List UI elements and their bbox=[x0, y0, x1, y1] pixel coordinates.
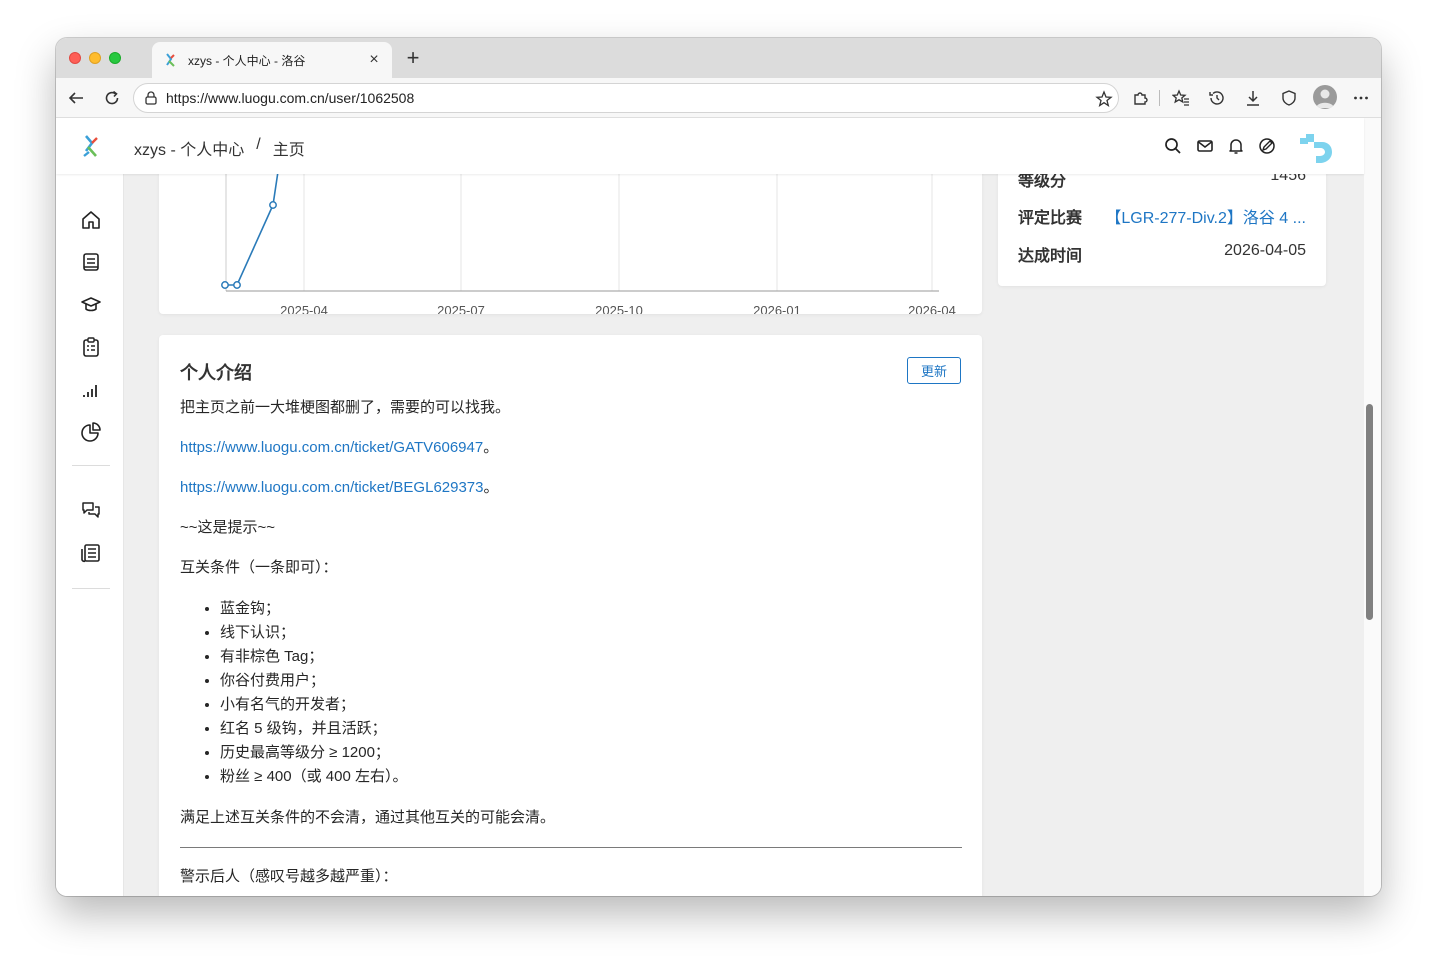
tab-title: xzys - 个人中心 - 洛谷 bbox=[188, 53, 306, 68]
sidebar-divider bbox=[72, 588, 110, 589]
intro-paragraph: 把主页之前一大堆梗图都删了，需要的可以找我。 bbox=[180, 399, 511, 416]
chart-x-tick-label: 2025-04 bbox=[280, 303, 328, 314]
list-item: 红名 5 级钩，并且活跃； bbox=[220, 717, 962, 741]
edit-pen-icon[interactable] bbox=[1258, 137, 1276, 155]
back-icon[interactable] bbox=[65, 87, 87, 109]
breadcrumb-user[interactable]: xzys - 个人中心 bbox=[134, 136, 244, 160]
conditions-title: 互关条件（一条即可）： bbox=[180, 559, 338, 576]
scrollbar-thumb[interactable] bbox=[1366, 404, 1373, 620]
list-item: 蓝金钩； bbox=[220, 597, 962, 621]
left-sidebar bbox=[56, 174, 124, 896]
page-viewport: 2025-042025-072025-102026-012026-04400 等… bbox=[56, 118, 1381, 896]
pie-chart-icon[interactable] bbox=[80, 421, 102, 443]
ticket-link[interactable]: https://www.luogu.com.cn/ticket/BEGL6293… bbox=[180, 479, 484, 496]
chart-x-tick-label: 2025-07 bbox=[437, 303, 485, 314]
minimize-window-button[interactable] bbox=[89, 52, 101, 64]
close-window-button[interactable] bbox=[69, 52, 81, 64]
breadcrumb: xzys - 个人中心 / 主页 bbox=[134, 136, 305, 160]
chart-data-point bbox=[221, 281, 229, 289]
profile-avatar[interactable] bbox=[1313, 85, 1337, 109]
shield-icon[interactable] bbox=[1278, 87, 1300, 109]
rating-row-contest: 评定比赛 【LGR-277-Div.2】洛谷 4 ... bbox=[1018, 204, 1306, 228]
list-item: 有非棕色 Tag； bbox=[220, 645, 962, 669]
hint-text: ~~这是提示~~ bbox=[180, 519, 276, 536]
luogu-favicon-icon bbox=[166, 53, 175, 67]
list-item: 线下认识； bbox=[220, 621, 962, 645]
news-icon[interactable] bbox=[80, 542, 102, 564]
rating-value: 2026-04-05 bbox=[1224, 242, 1306, 259]
intro-link-line: https://www.luogu.com.cn/ticket/GATV6069… bbox=[180, 437, 962, 459]
intro-link-line: https://www.luogu.com.cn/ticket/BEGL6293… bbox=[180, 477, 962, 499]
home-icon[interactable] bbox=[80, 209, 102, 231]
lock-icon bbox=[145, 91, 157, 105]
address-bar[interactable]: https://www.luogu.com.cn/user/1062508 bbox=[133, 83, 1119, 113]
chart-data-point bbox=[233, 281, 241, 289]
breadcrumb-current: 主页 bbox=[272, 142, 305, 159]
favorite-star-icon[interactable] bbox=[1095, 90, 1113, 108]
intro-title: 个人介绍 bbox=[180, 363, 252, 383]
chart-x-tick-label: 2026-01 bbox=[753, 303, 801, 314]
history-icon[interactable] bbox=[1206, 87, 1228, 109]
conditions-list: 蓝金钩； 线下认识； 有非棕色 Tag； 你谷付费用户； 小有名气的开发者； 红… bbox=[220, 597, 962, 789]
intro-card: 个人介绍 更新 把主页之前一大堆梗图都删了，需要的可以找我。 https://w… bbox=[159, 335, 982, 896]
url-text: https://www.luogu.com.cn/user/1062508 bbox=[166, 90, 415, 106]
browser-tab[interactable]: xzys - 个人中心 - 洛谷 × bbox=[152, 42, 392, 78]
warning-text: 警示后人（感叹号越多越严重）： bbox=[180, 868, 398, 885]
download-icon[interactable] bbox=[1242, 87, 1264, 109]
chart-data-point bbox=[269, 201, 277, 209]
graduation-cap-icon[interactable] bbox=[80, 294, 102, 316]
summary-text: 满足上述互关条件的不会清，通过其他互关的可能会清。 bbox=[180, 809, 556, 826]
maximize-window-button[interactable] bbox=[109, 52, 121, 64]
sidebar-divider bbox=[72, 465, 110, 466]
user-avatar[interactable] bbox=[1298, 128, 1336, 166]
tab-close-icon[interactable]: × bbox=[366, 52, 382, 68]
discussion-icon[interactable] bbox=[80, 499, 102, 521]
breadcrumb-separator: / bbox=[256, 136, 261, 153]
tab-bar: xzys - 个人中心 - 洛谷 × + bbox=[56, 38, 1381, 78]
toolbar-separator bbox=[1159, 90, 1160, 106]
list-item: 历史最高等级分 ≥ 1200； bbox=[220, 741, 962, 765]
luogu-logo-icon[interactable] bbox=[80, 134, 102, 160]
more-menu-icon[interactable] bbox=[1350, 87, 1372, 109]
list-item: 粉丝 ≥ 400（或 400 左右）。 bbox=[220, 765, 962, 789]
reload-icon[interactable] bbox=[101, 87, 123, 109]
bell-icon[interactable] bbox=[1227, 137, 1245, 155]
ranking-bars-icon[interactable] bbox=[80, 379, 102, 401]
new-tab-icon[interactable]: + bbox=[402, 47, 424, 69]
extensions-icon[interactable] bbox=[1129, 87, 1151, 109]
contest-link[interactable]: 【LGR-277-Div.2】洛谷 4 ... bbox=[1105, 204, 1306, 228]
search-icon[interactable] bbox=[1164, 137, 1182, 155]
browser-window: xzys - 个人中心 - 洛谷 × + https://www.luogu.c… bbox=[56, 38, 1381, 896]
rating-key: 达成时间 bbox=[1018, 248, 1083, 265]
list-item: 你谷付费用户； bbox=[220, 669, 962, 693]
rating-row-date: 达成时间 2026-04-05 bbox=[1018, 242, 1306, 266]
horizontal-rule bbox=[180, 847, 962, 848]
ticket-link[interactable]: https://www.luogu.com.cn/ticket/GATV6069… bbox=[180, 439, 483, 456]
browser-toolbar: https://www.luogu.com.cn/user/1062508 bbox=[56, 78, 1381, 118]
intro-body: 把主页之前一大堆梗图都删了，需要的可以找我。 https://www.luogu… bbox=[180, 397, 962, 896]
mail-icon[interactable] bbox=[1196, 137, 1214, 155]
period-text: 。 bbox=[483, 439, 499, 456]
problem-set-icon[interactable] bbox=[80, 251, 102, 273]
chart-x-tick-label: 2026-04 bbox=[908, 303, 956, 314]
clipboard-icon[interactable] bbox=[80, 336, 102, 358]
period-text: 。 bbox=[483, 479, 499, 496]
site-header: xzys - 个人中心 / 主页 bbox=[56, 118, 1364, 174]
list-item: 小有名气的开发者； bbox=[220, 693, 962, 717]
rating-key: 评定比赛 bbox=[1018, 210, 1083, 227]
favorites-icon[interactable] bbox=[1170, 87, 1192, 109]
update-button[interactable]: 更新 bbox=[907, 357, 961, 384]
chart-x-tick-label: 2025-10 bbox=[595, 303, 643, 314]
